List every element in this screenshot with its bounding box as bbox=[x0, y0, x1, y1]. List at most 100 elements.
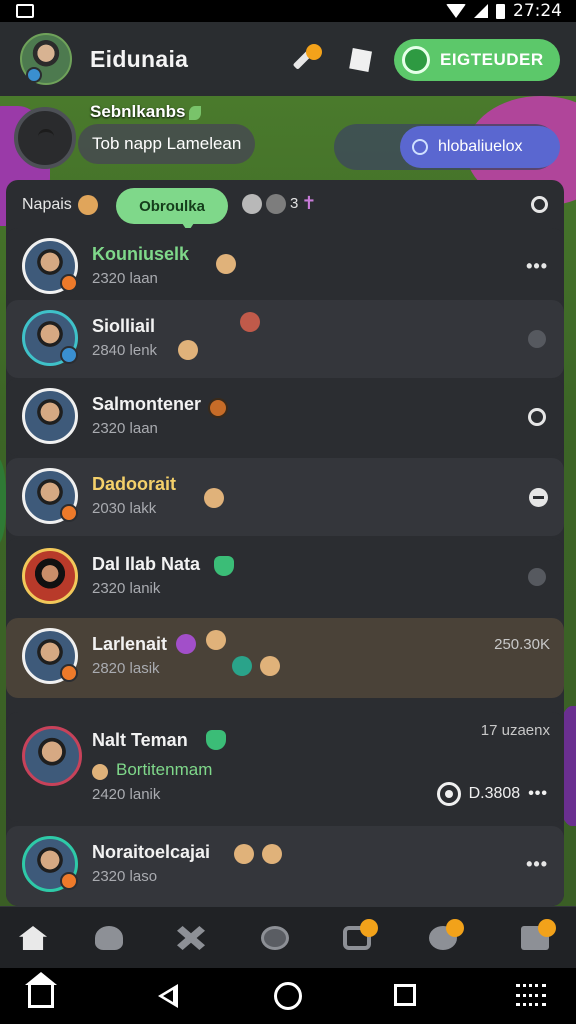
chat-subtitle: 2030 lakk bbox=[92, 500, 157, 517]
wrench-icon[interactable] bbox=[258, 921, 292, 955]
chat-row[interactable]: Siolliail 2840 lenk bbox=[6, 300, 564, 378]
battery-icon bbox=[496, 3, 505, 19]
filter-count: 3 bbox=[290, 195, 299, 212]
emoji-icon bbox=[176, 634, 196, 654]
system-menu-icon[interactable] bbox=[516, 984, 546, 1006]
unread-indicator bbox=[528, 568, 546, 586]
status-badge bbox=[60, 274, 78, 292]
chat-name: Noraitoelcajai bbox=[92, 842, 211, 862]
gem-icon bbox=[206, 730, 226, 750]
notification-dot-icon bbox=[446, 919, 464, 937]
tag-icon[interactable] bbox=[349, 48, 372, 72]
filter-chip[interactable]: Obroulka bbox=[116, 188, 228, 232]
emoji-icon bbox=[234, 844, 254, 864]
heart-icon[interactable] bbox=[426, 919, 464, 955]
notification-icon bbox=[16, 4, 34, 18]
chat-row[interactable]: Dadoorait 2030 lakk bbox=[6, 458, 564, 536]
avatar bbox=[22, 726, 82, 786]
signal-icon bbox=[474, 4, 488, 18]
app-title: Eidunaia bbox=[90, 45, 189, 72]
chat-name: Dal Ilab Nata bbox=[92, 554, 201, 574]
home-icon[interactable] bbox=[16, 921, 50, 955]
chat-preview: Bortitenmam bbox=[116, 760, 213, 779]
chat-name: Kouniuselk bbox=[92, 244, 190, 264]
emoji-icon bbox=[206, 630, 226, 650]
avatar bbox=[22, 388, 78, 444]
chat-subtitle: 2320 lanik bbox=[92, 580, 161, 597]
status-bar: 27:24 bbox=[0, 0, 576, 22]
app-header: Eidunaia EIGTEUDER bbox=[0, 22, 576, 96]
cta-button[interactable]: EIGTEUDER bbox=[394, 39, 560, 81]
chat-row[interactable]: Nalt Teman 17 uzaenx Bortitenmam 2420 la… bbox=[6, 712, 564, 822]
chat-meta: 17 uzaenx bbox=[480, 722, 550, 739]
avatar bbox=[22, 548, 78, 604]
emoji-icon bbox=[208, 398, 228, 418]
system-back-icon[interactable] bbox=[158, 984, 178, 1008]
status-badge bbox=[60, 346, 78, 364]
cta-icon bbox=[402, 46, 430, 74]
preview-message-bubble[interactable]: Tob napp Lamelean bbox=[78, 124, 256, 164]
amount-value: D.3808 bbox=[468, 785, 521, 802]
egg-icon bbox=[92, 764, 108, 780]
emoji-icon bbox=[266, 193, 286, 214]
chat-name: Siolliail bbox=[92, 316, 156, 336]
emoji-icon bbox=[262, 844, 282, 864]
more-icon[interactable]: ••• bbox=[528, 785, 548, 803]
preview-pill-button[interactable]: hlobaliuelox bbox=[400, 126, 560, 168]
emoji-icon bbox=[240, 312, 260, 332]
unread-indicator bbox=[528, 408, 546, 426]
user-avatar[interactable] bbox=[20, 33, 72, 85]
status-badge bbox=[60, 664, 78, 682]
notification-dot-icon bbox=[306, 44, 322, 60]
emoji-icon bbox=[216, 254, 236, 274]
chat-name: Dadoorait bbox=[92, 474, 177, 494]
unread-indicator bbox=[528, 330, 546, 348]
wifi-icon bbox=[446, 4, 466, 18]
chat-subtitle: 2820 lasik bbox=[92, 660, 160, 677]
status-badge bbox=[60, 504, 78, 522]
emoji-icon bbox=[232, 656, 252, 676]
system-circle-icon[interactable] bbox=[274, 982, 302, 1010]
chat-name: Larlenait bbox=[92, 634, 168, 654]
notification-dot-icon bbox=[360, 919, 378, 937]
status-time: 27:24 bbox=[513, 1, 562, 21]
preview-name: Sebnlkanbs bbox=[90, 102, 202, 122]
tools-icon[interactable] bbox=[174, 921, 208, 955]
pets-icon[interactable] bbox=[92, 921, 126, 955]
chat-row[interactable]: Dal Ilab Nata 2320 lanik bbox=[6, 538, 564, 616]
mute-icon[interactable] bbox=[529, 488, 548, 507]
chat-subtitle: 2320 laan bbox=[92, 420, 158, 437]
chat-row[interactable]: Kouniuselk 2320 laan ••• bbox=[6, 228, 564, 306]
chat-meta: 250.30K bbox=[494, 636, 550, 653]
chat-subtitle: 2840 lenk bbox=[92, 342, 158, 359]
system-square-icon[interactable] bbox=[394, 984, 416, 1006]
chat-subtitle: 2420 lanik bbox=[92, 786, 161, 803]
coin-icon bbox=[436, 782, 461, 806]
chat-row-highlighted[interactable]: Larlenait 2820 lasik 250.30K bbox=[6, 618, 564, 698]
filter-label: Napais bbox=[22, 196, 72, 213]
cross-icon: ✝ bbox=[301, 193, 317, 213]
filter-toggle[interactable] bbox=[531, 196, 548, 213]
chat-list-panel: Napais Obroulka 3 ✝ Kouniuselk 2320 laan… bbox=[6, 180, 564, 906]
filter-reactions: 3 ✝ bbox=[242, 193, 316, 214]
system-home-icon[interactable] bbox=[25, 972, 57, 1008]
chat-row[interactable]: Salmontener 2320 laan bbox=[6, 378, 564, 456]
more-icon[interactable]: ••• bbox=[526, 256, 548, 277]
more-icon[interactable]: ••• bbox=[526, 854, 548, 875]
preview-avatar[interactable] bbox=[14, 107, 76, 169]
emoji-icon bbox=[260, 656, 280, 676]
cta-label: EIGTEUDER bbox=[440, 50, 544, 69]
preview-pill-label: hlobaliuelox bbox=[438, 138, 523, 155]
system-nav bbox=[0, 968, 576, 1024]
bottom-nav bbox=[0, 906, 576, 968]
chat-row[interactable]: Noraitoelcajai 2320 laso ••• bbox=[6, 826, 564, 906]
chat-subtitle: 2320 laso bbox=[92, 868, 158, 885]
notification-dot-icon bbox=[538, 919, 556, 937]
emoji-icon bbox=[242, 193, 262, 214]
leaf-icon bbox=[189, 105, 202, 120]
amount[interactable]: D.3808 ••• bbox=[436, 782, 548, 806]
box-icon[interactable] bbox=[340, 919, 378, 955]
stack-icon[interactable] bbox=[518, 919, 556, 955]
ring-icon bbox=[412, 139, 428, 155]
tool-icon[interactable] bbox=[288, 44, 322, 78]
